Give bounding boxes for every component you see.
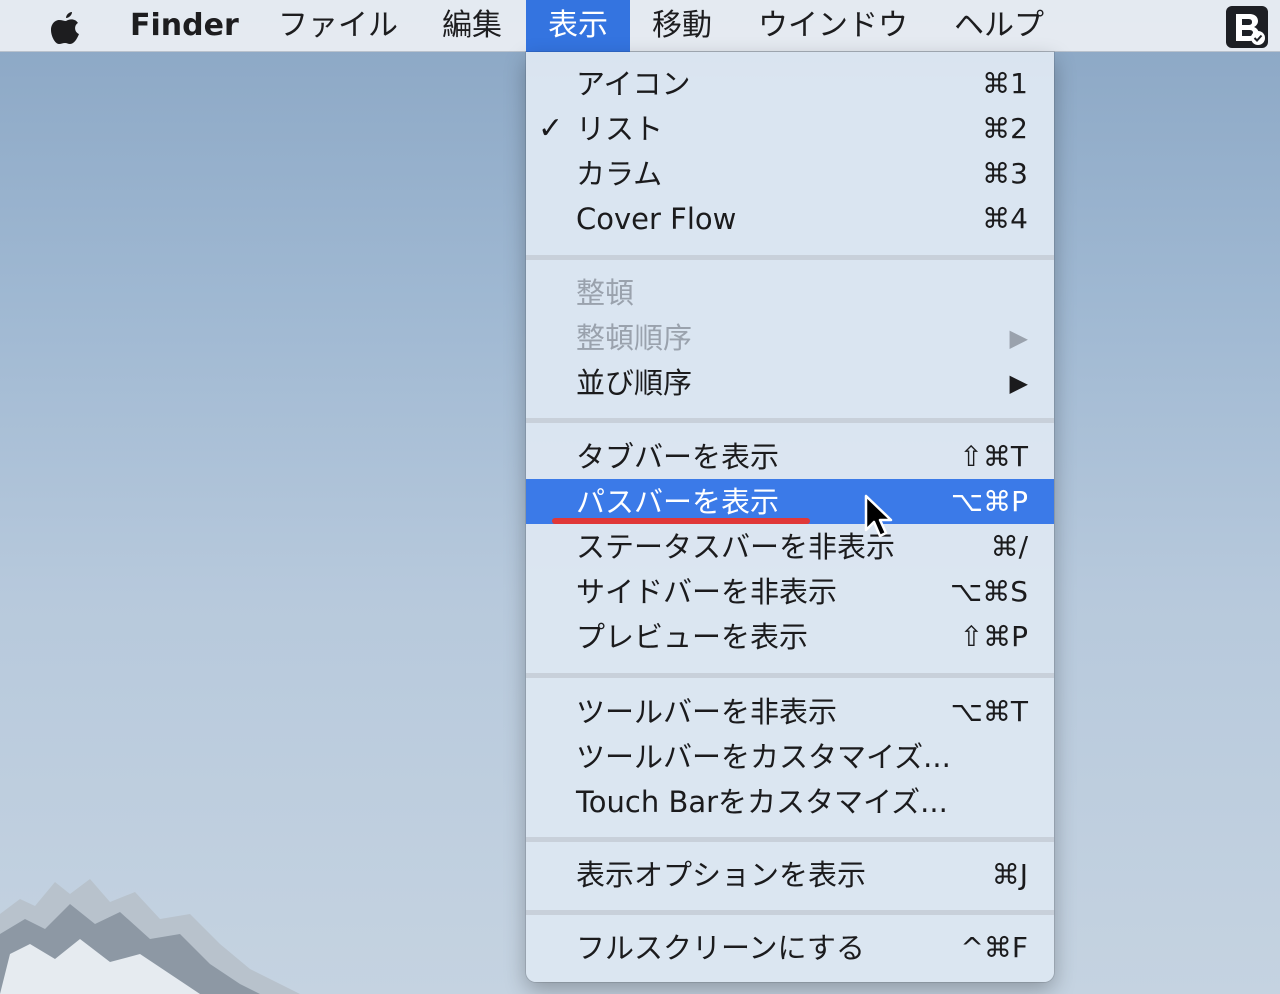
menu-item-show-view-options[interactable]: 表示オプションを表示 ⌘J xyxy=(526,852,1054,897)
menu-separator xyxy=(526,255,1054,260)
menu-item-clean-up-by: 整頓順序 ▶ xyxy=(576,321,1028,355)
menu-separator xyxy=(526,673,1054,678)
mountain-wallpaper-detail xyxy=(0,879,300,994)
menu-item-hide-status-bar[interactable]: ステータスバーを非表示 ⌘/ xyxy=(526,524,1054,569)
menu-help[interactable]: ヘルプ xyxy=(954,0,1044,52)
view-menu-dropdown: アイコン ⌘1 ✓ リスト ⌘2 カラム ⌘3 Cover Flow ⌘4 整頓… xyxy=(526,52,1054,982)
mouse-pointer-icon xyxy=(864,494,893,538)
apple-icon[interactable] xyxy=(48,6,84,46)
menu-item-hide-sidebar[interactable]: サイドバーを非表示 ⌥⌘S xyxy=(526,569,1054,614)
menu-separator xyxy=(526,418,1054,423)
annotation-underline xyxy=(552,518,810,524)
menu-bar: Finder ファイル 編集 表示 移動 ウインドウ ヘルプ xyxy=(0,0,1280,52)
menu-item-clean-up: 整頓 xyxy=(576,276,635,310)
menu-separator xyxy=(526,910,1054,915)
menu-item-column-view[interactable]: カラム ⌘3 xyxy=(526,151,1054,196)
menu-window[interactable]: ウインドウ xyxy=(758,0,908,52)
status-app-icon[interactable] xyxy=(1226,6,1268,48)
menu-item-sort-by[interactable]: 並び順序 ▶ xyxy=(526,360,1054,405)
menu-finder[interactable]: Finder xyxy=(130,0,239,52)
checkmark-icon: ✓ xyxy=(538,111,564,146)
menu-item-show-tab-bar[interactable]: タブバーを表示 ⇧⌘T xyxy=(526,434,1054,479)
menu-item-show-preview[interactable]: プレビューを表示 ⇧⌘P xyxy=(526,614,1054,659)
submenu-arrow-icon: ▶ xyxy=(1009,369,1028,397)
menu-item-cover-flow[interactable]: Cover Flow ⌘4 xyxy=(526,196,1054,241)
menu-file[interactable]: ファイル xyxy=(278,0,398,52)
b-logo-icon xyxy=(1236,14,1265,45)
menu-go[interactable]: 移動 xyxy=(652,0,712,52)
menu-separator xyxy=(526,837,1054,842)
menu-item-hide-toolbar[interactable]: ツールバーを非表示 ⌥⌘T xyxy=(526,689,1054,734)
menu-view[interactable]: 表示 xyxy=(526,0,630,52)
menu-item-icon-view[interactable]: アイコン ⌘1 xyxy=(526,61,1054,106)
menu-item-customize-touch-bar[interactable]: Touch Barをカスタマイズ... xyxy=(526,779,1054,824)
menu-item-customize-toolbar[interactable]: ツールバーをカスタマイズ... xyxy=(526,734,1054,779)
menu-edit[interactable]: 編集 xyxy=(442,0,502,52)
submenu-arrow-icon: ▶ xyxy=(1009,324,1028,352)
menu-item-list-view[interactable]: ✓ リスト ⌘2 xyxy=(526,106,1054,151)
menu-item-enter-full-screen[interactable]: フルスクリーンにする ^⌘F xyxy=(526,925,1054,970)
